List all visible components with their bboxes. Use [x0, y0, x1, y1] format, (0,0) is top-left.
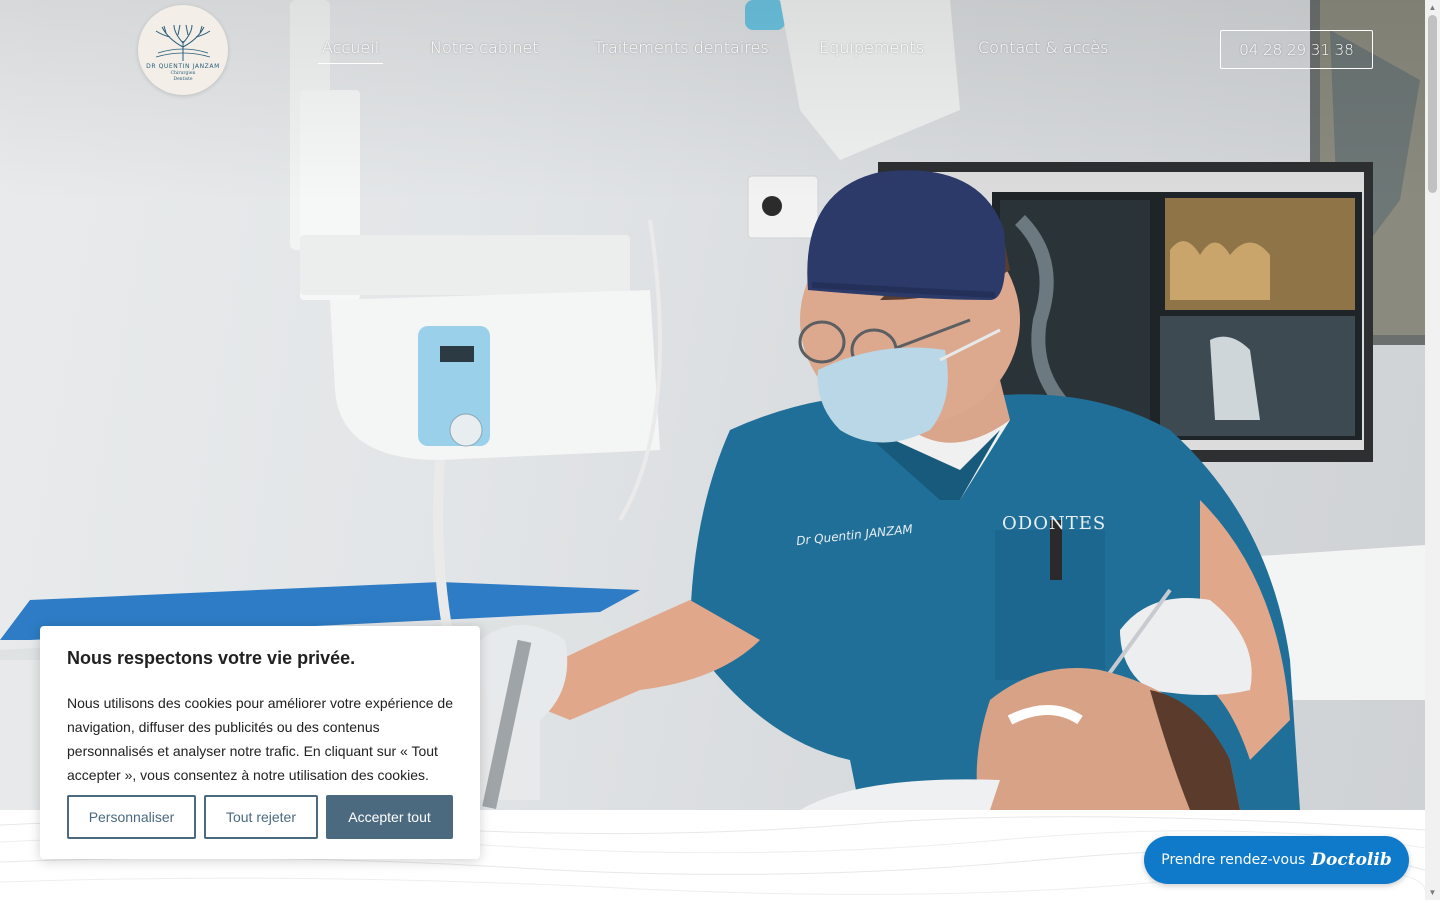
- cookie-consent-banner: Nous respectons votre vie privée. Nous u…: [40, 626, 480, 859]
- logo-subtitle-line2: Dentiste: [173, 76, 193, 82]
- scrollbar-thumb[interactable]: [1428, 15, 1437, 193]
- cookie-button-group: Personnaliser Tout rejeter Accepter tout: [67, 795, 453, 839]
- nav-item-accueil[interactable]: Accueil: [318, 38, 384, 64]
- doctolib-booking-button[interactable]: Prendre rendez-vous Doctolib: [1144, 836, 1409, 884]
- coral-tree-logo-icon: [155, 24, 211, 61]
- nav-item-contact-acces[interactable]: Contact & accès: [978, 38, 1108, 57]
- scroll-up-arrow-icon[interactable]: ▲: [1425, 0, 1440, 15]
- phone-button[interactable]: 04 28 29 31 38: [1220, 30, 1373, 69]
- scroll-down-arrow-icon[interactable]: ▼: [1425, 885, 1440, 900]
- nav-item-equipements[interactable]: Equipements: [819, 38, 924, 57]
- nav-item-traitements-dentaires[interactable]: Traitements dentaires: [594, 38, 769, 57]
- customize-cookies-button[interactable]: Personnaliser: [67, 795, 196, 839]
- reject-all-cookies-button[interactable]: Tout rejeter: [204, 795, 318, 839]
- cookie-description: Nous utilisons des cookies pour améliore…: [67, 695, 453, 783]
- logo-name: DR QUENTIN JANZAM: [146, 62, 220, 70]
- doctolib-logo: Doctolib: [1311, 850, 1392, 870]
- site-logo[interactable]: DR QUENTIN JANZAM Chirurgien Dentiste: [138, 5, 228, 95]
- booking-label: Prendre rendez-vous: [1161, 852, 1306, 868]
- accept-all-cookies-button[interactable]: Accepter tout: [326, 795, 453, 839]
- logo-subtitle-line1: Chirurgien: [170, 70, 196, 76]
- cookie-title: Nous respectons votre vie privée.: [67, 648, 356, 668]
- scrub-brand-text: ODONTES: [1002, 513, 1107, 534]
- vertical-scrollbar[interactable]: ▲ ▼: [1425, 0, 1440, 900]
- nav-item-notre-cabinet[interactable]: Notre cabinet: [430, 38, 539, 57]
